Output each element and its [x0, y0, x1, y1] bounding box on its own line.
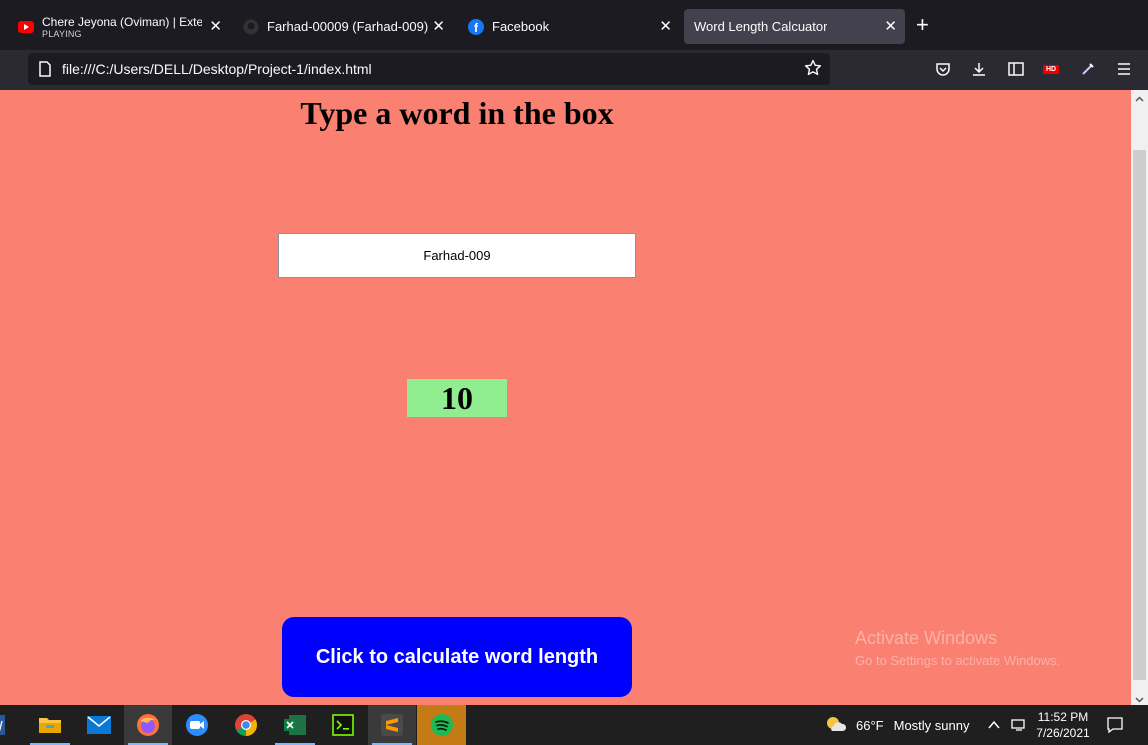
- close-tab-icon[interactable]: ✕: [209, 17, 222, 35]
- word-length-result: 10: [407, 379, 507, 417]
- navigation-bar: file:///C:/Users/DELL/Desktop/Project-1/…: [0, 50, 1148, 90]
- hd-badge: HD: [1042, 64, 1060, 74]
- youtube-icon: [18, 19, 34, 35]
- new-tab-icon[interactable]: +: [916, 14, 929, 36]
- sidebar-icon[interactable]: [1007, 60, 1025, 78]
- vertical-scrollbar[interactable]: [1131, 90, 1148, 705]
- menu-icon[interactable]: [1115, 60, 1133, 78]
- scroll-down-icon[interactable]: [1134, 692, 1145, 703]
- bookmark-star-icon[interactable]: [804, 59, 822, 82]
- facebook-icon: f: [468, 18, 484, 35]
- eyedropper-icon[interactable]: [1079, 60, 1097, 78]
- close-tab-icon[interactable]: ✕: [432, 17, 445, 35]
- windows-taskbar: 66°F Mostly sunny 11:52 PM 7/26/2021: [0, 705, 1148, 745]
- clock-time: 11:52 PM: [1037, 710, 1089, 724]
- watermark-title: Activate Windows: [855, 628, 998, 648]
- clock-date: 7/26/2021: [1036, 726, 1090, 740]
- tab-facebook[interactable]: f Facebook ✕: [458, 9, 680, 44]
- weather-widget[interactable]: 66°F Mostly sunny: [824, 715, 969, 736]
- file-explorer-icon[interactable]: [26, 705, 74, 745]
- word-icon[interactable]: [0, 705, 10, 745]
- tab-playing-label: PLAYING: [42, 28, 82, 39]
- network-icon[interactable]: [1011, 718, 1027, 737]
- page-icon: [38, 61, 52, 82]
- tab-github[interactable]: Farhad-00009 (Farhad-009) ✕: [233, 9, 453, 44]
- partly-sunny-icon: [824, 715, 847, 736]
- url-bar[interactable]: file:///C:/Users/DELL/Desktop/Project-1/…: [28, 53, 830, 85]
- close-tab-icon[interactable]: ✕: [659, 17, 672, 35]
- url-text: file:///C:/Users/DELL/Desktop/Project-1/…: [62, 61, 372, 77]
- pocket-icon[interactable]: [934, 60, 952, 78]
- watermark-subtitle: Go to Settings to activate Windows.: [855, 653, 1061, 668]
- weather-condition: Mostly sunny: [893, 718, 970, 733]
- tab-title: Facebook: [492, 19, 550, 34]
- tab-title: Chere Jeyona (Oviman) | Extend: [42, 14, 202, 29]
- tab-bar: Chere Jeyona (Oviman) | Extend PLAYING ✕…: [0, 0, 1148, 50]
- tab-word-length-calculator[interactable]: Word Length Calcuator ✕: [684, 9, 905, 44]
- zoom-icon[interactable]: [173, 705, 221, 745]
- github-icon: [243, 19, 259, 35]
- activate-windows-watermark: Activate Windows Go to Settings to activ…: [855, 628, 1060, 668]
- excel-icon[interactable]: [271, 705, 319, 745]
- scroll-up-icon[interactable]: [1134, 92, 1145, 103]
- notification-icon[interactable]: [1106, 716, 1124, 739]
- close-tab-icon[interactable]: ✕: [884, 17, 897, 35]
- chevron-up-icon[interactable]: [987, 718, 1001, 736]
- hd-extension-icon[interactable]: HD: [1042, 60, 1060, 78]
- word-input[interactable]: [278, 233, 636, 278]
- page-content: Type a word in the box 10 Click to calcu…: [0, 90, 1131, 705]
- downloads-icon[interactable]: [970, 60, 988, 78]
- chrome-icon[interactable]: [222, 705, 270, 745]
- tab-title: Word Length Calcuator: [694, 19, 828, 34]
- calculate-button[interactable]: Click to calculate word length: [282, 617, 632, 697]
- spotify-icon[interactable]: [417, 705, 466, 745]
- terminal-icon[interactable]: [319, 705, 367, 745]
- page-heading: Type a word in the box: [300, 95, 614, 131]
- scrollbar-thumb[interactable]: [1133, 150, 1146, 680]
- system-clock[interactable]: 11:52 PM 7/26/2021: [1030, 709, 1096, 741]
- weather-temperature: 66°F: [856, 718, 884, 733]
- tab-title: Farhad-00009 (Farhad-009): [267, 19, 429, 34]
- mail-icon[interactable]: [75, 705, 123, 745]
- tab-youtube[interactable]: Chere Jeyona (Oviman) | Extend PLAYING ✕: [8, 9, 230, 44]
- sublime-text-icon[interactable]: [368, 705, 416, 745]
- firefox-icon[interactable]: [124, 705, 172, 745]
